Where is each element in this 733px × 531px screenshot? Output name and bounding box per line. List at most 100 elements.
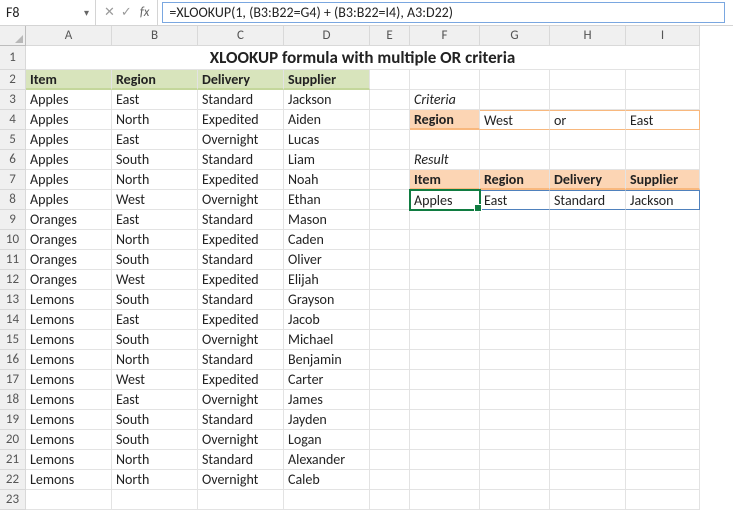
table-cell[interactable]: Apples — [26, 190, 112, 210]
cell-I22[interactable] — [626, 470, 700, 490]
cell-I3[interactable] — [626, 90, 700, 110]
row-head-6[interactable]: 6 — [0, 150, 26, 170]
table-cell[interactable]: Expedited — [198, 270, 284, 290]
cell-B23[interactable] — [112, 490, 198, 510]
cell-A23[interactable] — [26, 490, 112, 510]
table-cell[interactable]: Lucas — [284, 130, 370, 150]
cell-H22[interactable] — [550, 470, 626, 490]
cell-I18[interactable] — [626, 390, 700, 410]
cell-E4[interactable] — [370, 110, 410, 130]
table-cell[interactable]: Apples — [26, 170, 112, 190]
table-cell[interactable]: South — [112, 290, 198, 310]
table-cell[interactable]: South — [112, 330, 198, 350]
table-cell[interactable]: Lemons — [26, 330, 112, 350]
table-cell[interactable]: Overnight — [198, 190, 284, 210]
name-box[interactable]: F8 ▾ — [0, 0, 96, 25]
table-cell[interactable]: Elijah — [284, 270, 370, 290]
cell-H14[interactable] — [550, 310, 626, 330]
cell-I5[interactable] — [626, 130, 700, 150]
cell-H20[interactable] — [550, 430, 626, 450]
cell-H10[interactable] — [550, 230, 626, 250]
cell-H5[interactable] — [550, 130, 626, 150]
table-cell[interactable]: Expedited — [198, 310, 284, 330]
cell-G21[interactable] — [480, 450, 550, 470]
cell-E6[interactable] — [370, 150, 410, 170]
hdr-item[interactable]: Item — [26, 70, 112, 90]
cell-E21[interactable] — [370, 450, 410, 470]
row-head-1[interactable]: 1 — [0, 46, 26, 70]
cell-G3[interactable] — [480, 90, 550, 110]
table-cell[interactable]: Jacob — [284, 310, 370, 330]
cell-E12[interactable] — [370, 270, 410, 290]
table-cell[interactable]: Logan — [284, 430, 370, 450]
cell-G13[interactable] — [480, 290, 550, 310]
table-cell[interactable]: North — [112, 170, 198, 190]
table-cell[interactable]: Apples — [26, 130, 112, 150]
cell-I19[interactable] — [626, 410, 700, 430]
table-cell[interactable]: North — [112, 350, 198, 370]
cell-E7[interactable] — [370, 170, 410, 190]
row-head-19[interactable]: 19 — [0, 410, 26, 430]
table-cell[interactable]: Apples — [26, 110, 112, 130]
table-cell[interactable]: Lemons — [26, 310, 112, 330]
spreadsheet-grid[interactable]: ABCDEFGHI1XLOOKUP formula with multiple … — [0, 26, 733, 510]
row-head-4[interactable]: 4 — [0, 110, 26, 130]
cell-E9[interactable] — [370, 210, 410, 230]
cell-F22[interactable] — [410, 470, 480, 490]
table-cell[interactable]: Standard — [198, 350, 284, 370]
cell-F9[interactable] — [410, 210, 480, 230]
table-cell[interactable]: Noah — [284, 170, 370, 190]
cell-I21[interactable] — [626, 450, 700, 470]
hdr-delivery[interactable]: Delivery — [198, 70, 284, 90]
table-cell[interactable]: Aiden — [284, 110, 370, 130]
cell-I9[interactable] — [626, 210, 700, 230]
table-cell[interactable]: West — [112, 370, 198, 390]
cell-G2[interactable] — [480, 70, 550, 90]
row-head-18[interactable]: 18 — [0, 390, 26, 410]
table-cell[interactable]: Oliver — [284, 250, 370, 270]
table-cell[interactable]: Oranges — [26, 270, 112, 290]
table-cell[interactable]: Lemons — [26, 390, 112, 410]
criteria-value-1[interactable]: West — [480, 110, 550, 130]
row-head-5[interactable]: 5 — [0, 130, 26, 150]
select-all-corner[interactable] — [0, 26, 26, 46]
cell-G18[interactable] — [480, 390, 550, 410]
table-cell[interactable]: Standard — [198, 290, 284, 310]
cell-G6[interactable] — [480, 150, 550, 170]
row-head-8[interactable]: 8 — [0, 190, 26, 210]
cell-F16[interactable] — [410, 350, 480, 370]
table-cell[interactable]: Standard — [198, 450, 284, 470]
cell-H2[interactable] — [550, 70, 626, 90]
cell-H15[interactable] — [550, 330, 626, 350]
cell-D23[interactable] — [284, 490, 370, 510]
confirm-icon[interactable]: ✓ — [121, 5, 132, 20]
cell-F18[interactable] — [410, 390, 480, 410]
cell-C23[interactable] — [198, 490, 284, 510]
col-head-D[interactable]: D — [284, 26, 370, 46]
cell-H17[interactable] — [550, 370, 626, 390]
row-head-21[interactable]: 21 — [0, 450, 26, 470]
table-cell[interactable]: South — [112, 250, 198, 270]
row-head-13[interactable]: 13 — [0, 290, 26, 310]
row-head-22[interactable]: 22 — [0, 470, 26, 490]
table-cell[interactable]: East — [112, 90, 198, 110]
cell-F20[interactable] — [410, 430, 480, 450]
cancel-icon[interactable]: ✕ — [104, 5, 115, 20]
res-hdr-region[interactable]: Region — [480, 170, 550, 190]
col-head-H[interactable]: H — [550, 26, 626, 46]
table-cell[interactable]: Oranges — [26, 230, 112, 250]
cell-G16[interactable] — [480, 350, 550, 370]
table-cell[interactable]: Standard — [198, 410, 284, 430]
cell-G10[interactable] — [480, 230, 550, 250]
col-head-C[interactable]: C — [198, 26, 284, 46]
table-cell[interactable]: Oranges — [26, 250, 112, 270]
cell-E23[interactable] — [370, 490, 410, 510]
cell-H6[interactable] — [550, 150, 626, 170]
row-head-17[interactable]: 17 — [0, 370, 26, 390]
cell-E3[interactable] — [370, 90, 410, 110]
cell-G11[interactable] — [480, 250, 550, 270]
col-head-B[interactable]: B — [112, 26, 198, 46]
table-cell[interactable]: Lemons — [26, 290, 112, 310]
criteria-value-2[interactable]: East — [626, 110, 700, 130]
cell-E19[interactable] — [370, 410, 410, 430]
